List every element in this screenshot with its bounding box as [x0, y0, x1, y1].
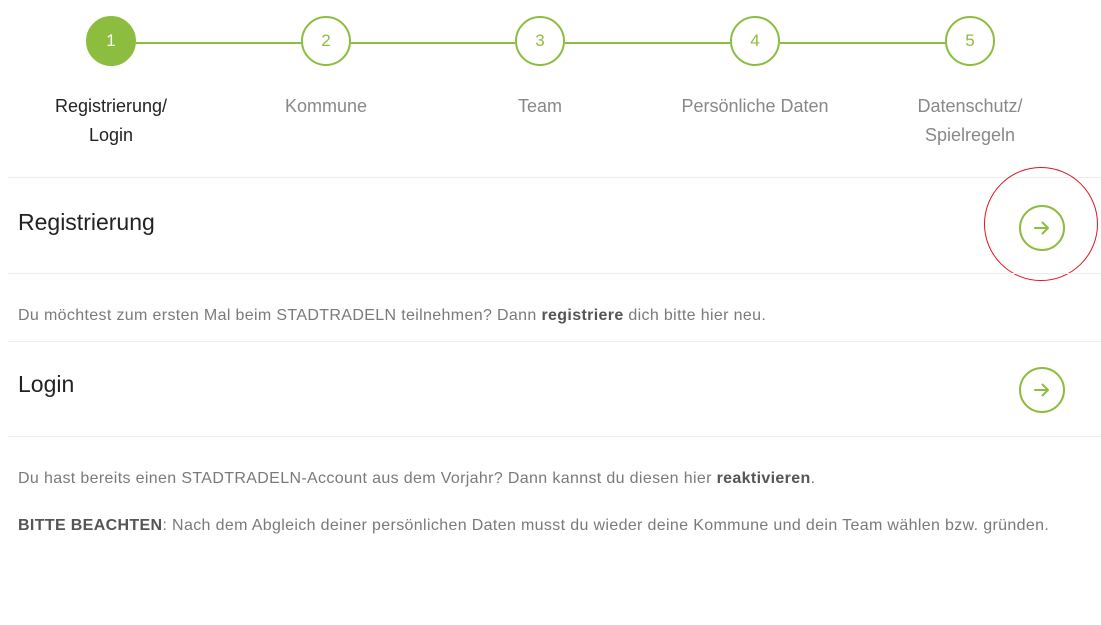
desc-emphasis: registriere — [541, 307, 624, 324]
desc-text: Du möchtest zum ersten Mal beim STADTRAD… — [18, 307, 542, 324]
step-number-circle[interactable]: 4 — [730, 16, 780, 66]
step-label-line: Team — [517, 96, 562, 116]
step-privacy-rules[interactable]: 5 Datenschutz/ Spielregeln — [880, 16, 1060, 150]
desc-emphasis: reaktivieren — [716, 470, 811, 487]
divider — [8, 273, 1101, 274]
arrow-right-circle-icon — [1034, 383, 1049, 397]
progress-stepper: 1 Registrierung/ Login 2 Kommune 3 Team … — [0, 0, 1101, 165]
step-label: Datenschutz/ Spielregeln — [880, 92, 1060, 150]
registration-title: Registrierung — [18, 209, 155, 235]
step-label-line: Registrierung/ — [54, 96, 168, 116]
step-label-line: Persönliche Daten — [681, 96, 829, 116]
login-note: BITTE BEACHTEN: Nach dem Abgleich deiner… — [18, 514, 1088, 538]
step-label-line: Kommune — [284, 96, 368, 116]
login-description: Du hast bereits einen STADTRADELN-Accoun… — [18, 467, 1088, 491]
step-label: Registrierung/ Login — [21, 92, 201, 150]
step-number-circle[interactable]: 3 — [515, 16, 565, 66]
step-label: Kommune — [236, 92, 416, 121]
step-number-circle[interactable]: 2 — [301, 16, 351, 66]
step-label-line: Spielregeln — [924, 125, 1016, 145]
step-registration-login[interactable]: 1 Registrierung/ Login — [21, 16, 201, 150]
desc-text: Du hast bereits einen STADTRADELN-Accoun… — [18, 470, 717, 487]
step-label: Persönliche Daten — [665, 92, 845, 121]
login-next-button[interactable] — [1019, 367, 1065, 413]
step-label-line: Datenschutz/ — [917, 96, 1023, 116]
step-personal-data[interactable]: 4 Persönliche Daten — [665, 16, 845, 121]
step-number-circle[interactable]: 5 — [945, 16, 995, 66]
registration-row[interactable]: Registrierung — [0, 178, 1101, 273]
note-text: : Nach dem Abgleich deiner persönlichen … — [162, 517, 1050, 534]
registration-description: Du möchtest zum ersten Mal beim STADTRAD… — [18, 304, 1088, 328]
step-team[interactable]: 3 Team — [450, 16, 630, 121]
login-row[interactable]: Login — [0, 342, 1101, 436]
desc-text: . — [810, 470, 816, 487]
step-number-circle[interactable]: 1 — [86, 16, 136, 66]
note-emphasis: BITTE BEACHTEN — [18, 517, 163, 534]
step-kommune[interactable]: 2 Kommune — [236, 16, 416, 121]
step-label-line: Login — [88, 125, 134, 145]
registration-next-button[interactable] — [1019, 205, 1065, 251]
arrow-right-circle-icon — [1034, 221, 1049, 235]
divider — [8, 436, 1101, 437]
step-label: Team — [450, 92, 630, 121]
login-title: Login — [18, 371, 75, 397]
desc-text: dich bitte hier neu. — [623, 307, 767, 324]
